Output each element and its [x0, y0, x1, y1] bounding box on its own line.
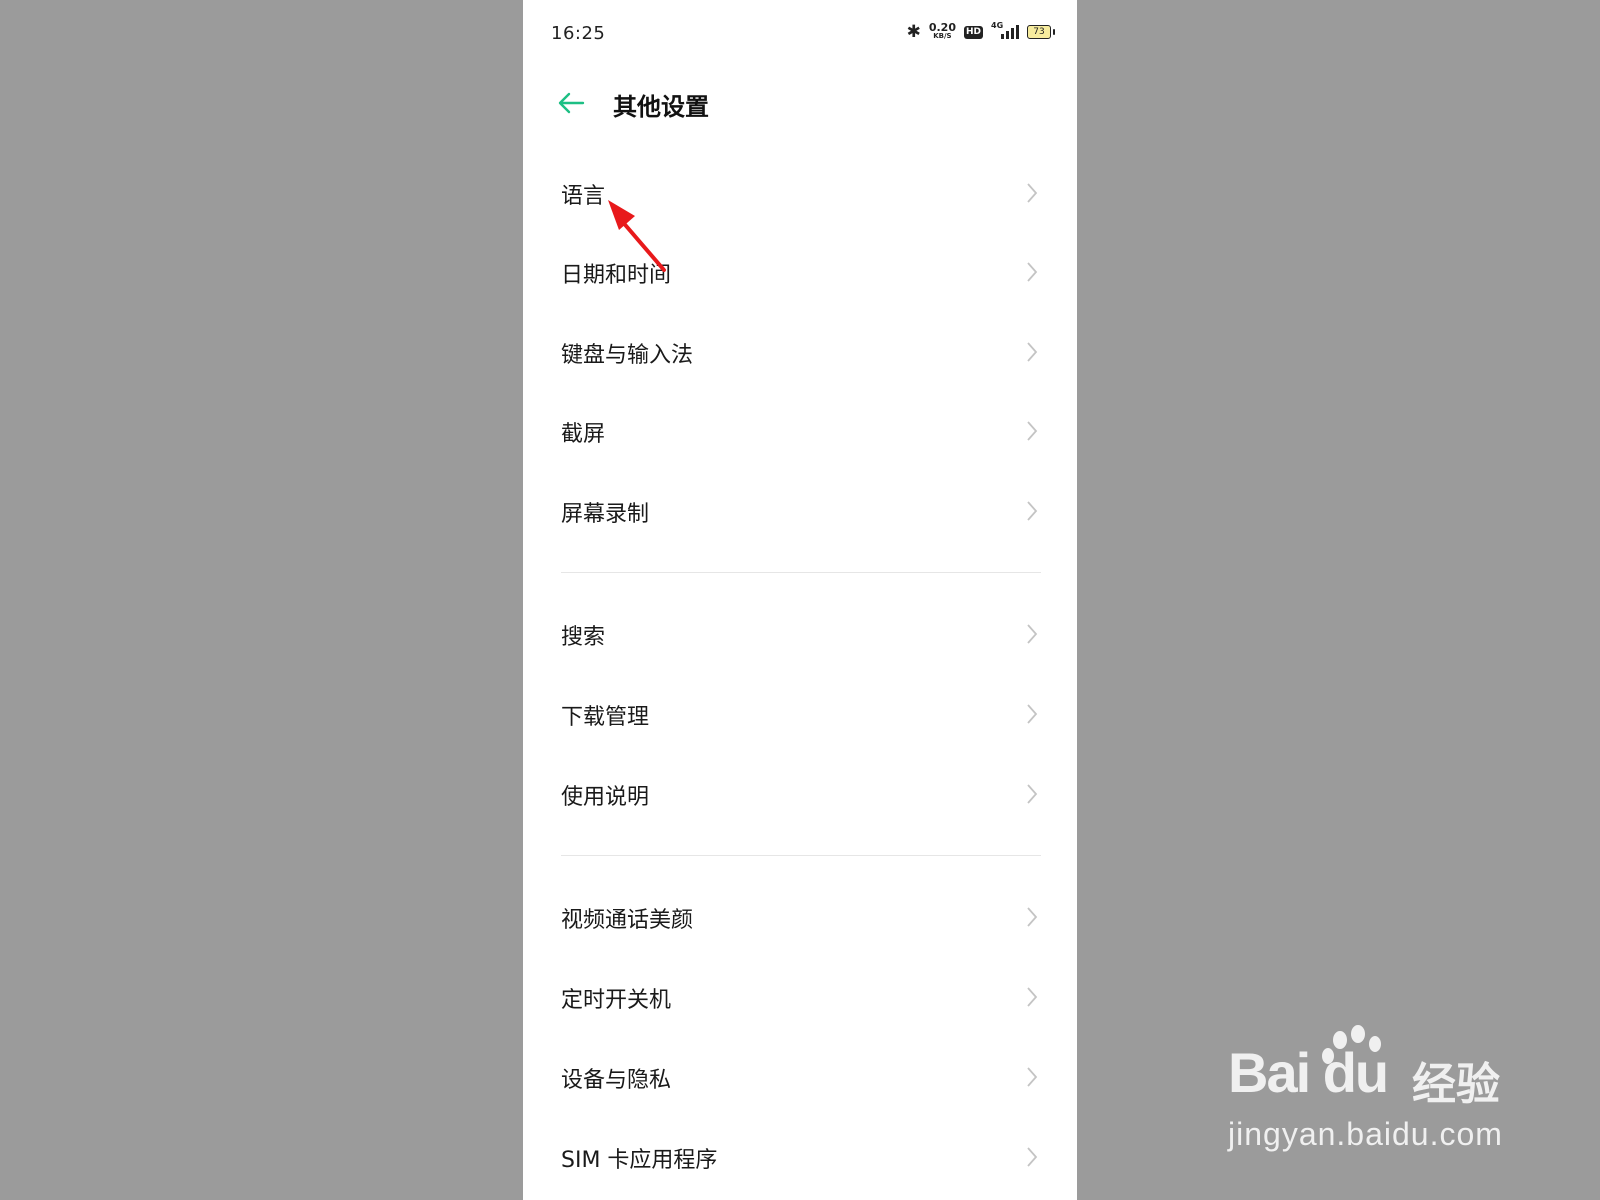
- settings-item-label: SIM 卡应用程序: [561, 1148, 718, 1173]
- settings-item-label: 截屏: [561, 422, 606, 447]
- network-type: 4G: [991, 21, 1004, 30]
- settings-item-label: 下载管理: [561, 705, 650, 730]
- chevron-right-icon: [1027, 987, 1038, 1007]
- group-divider: [561, 855, 1041, 856]
- settings-item-sim-toolkit[interactable]: SIM 卡应用程序: [523, 1118, 1077, 1196]
- back-arrow-icon[interactable]: [557, 90, 585, 116]
- settings-item-language[interactable]: 语言: [523, 154, 1077, 232]
- settings-item-label: 设备与隐私: [561, 1068, 672, 1093]
- settings-item-search[interactable]: 搜索: [523, 595, 1077, 673]
- baidu-jingyan-watermark: Bai du 经验 jingyan.baidu.com: [1228, 1024, 1528, 1164]
- settings-item-label: 语言: [561, 184, 606, 209]
- network-speed-unit: KB/S: [933, 32, 952, 40]
- hd-icon: HD: [963, 25, 983, 39]
- chevron-right-icon: [1027, 1067, 1038, 1087]
- settings-item-label: 日期和时间: [561, 263, 672, 288]
- settings-item-label: 视频通话美颜: [561, 908, 694, 933]
- settings-item-user-guide[interactable]: 使用说明: [523, 755, 1077, 833]
- settings-item-label: 定时开关机: [561, 988, 672, 1013]
- settings-item-screenshot[interactable]: 截屏: [523, 392, 1077, 470]
- battery-icon: 73: [1027, 25, 1055, 39]
- group-divider: [561, 572, 1041, 573]
- settings-item-keyboard[interactable]: 键盘与输入法: [523, 313, 1077, 391]
- chevron-right-icon: [1027, 501, 1038, 521]
- signal-icon: 4G: [991, 21, 1019, 39]
- chevron-right-icon: [1027, 421, 1038, 441]
- phone-screen: 16:25 ✱ 0.20 KB/S HD 4G 73 其他设置 语言 日期和时间…: [523, 0, 1077, 1200]
- chevron-right-icon: [1027, 1147, 1038, 1167]
- settings-item-video-call-beauty[interactable]: 视频通话美颜: [523, 878, 1077, 956]
- watermark-url: jingyan.baidu.com: [1228, 1116, 1503, 1152]
- chevron-right-icon: [1027, 183, 1038, 203]
- chevron-right-icon: [1027, 907, 1038, 927]
- page-header: 其他设置: [523, 72, 1077, 134]
- watermark-jingyan: 经验: [1412, 1059, 1500, 1110]
- settings-item-scheduled-power[interactable]: 定时开关机: [523, 958, 1077, 1036]
- settings-item-label: 键盘与输入法: [561, 343, 694, 368]
- page-title: 其他设置: [613, 93, 709, 121]
- settings-item-label: 搜索: [561, 625, 606, 650]
- status-icons: ✱ 0.20 KB/S HD 4G 73: [906, 21, 1055, 42]
- status-time: 16:25: [551, 23, 606, 44]
- chevron-right-icon: [1027, 704, 1038, 724]
- settings-item-label: 屏幕录制: [561, 502, 650, 527]
- bluetooth-icon: ✱: [906, 22, 921, 42]
- baidu-paw-icon: [1322, 1025, 1381, 1064]
- settings-item-date-time[interactable]: 日期和时间: [523, 233, 1077, 311]
- settings-item-device-privacy[interactable]: 设备与隐私: [523, 1038, 1077, 1116]
- settings-item-screen-recording[interactable]: 屏幕录制: [523, 472, 1077, 550]
- chevron-right-icon: [1027, 342, 1038, 362]
- chevron-right-icon: [1027, 784, 1038, 804]
- chevron-right-icon: [1027, 262, 1038, 282]
- network-speed-value: 0.20: [928, 21, 956, 34]
- status-bar: 16:25 ✱ 0.20 KB/S HD 4G 73: [523, 0, 1077, 68]
- chevron-right-icon: [1027, 624, 1038, 644]
- network-speed: 0.20 KB/S: [928, 21, 956, 41]
- settings-item-label: 使用说明: [561, 785, 650, 810]
- settings-item-download-manager[interactable]: 下载管理: [523, 675, 1077, 753]
